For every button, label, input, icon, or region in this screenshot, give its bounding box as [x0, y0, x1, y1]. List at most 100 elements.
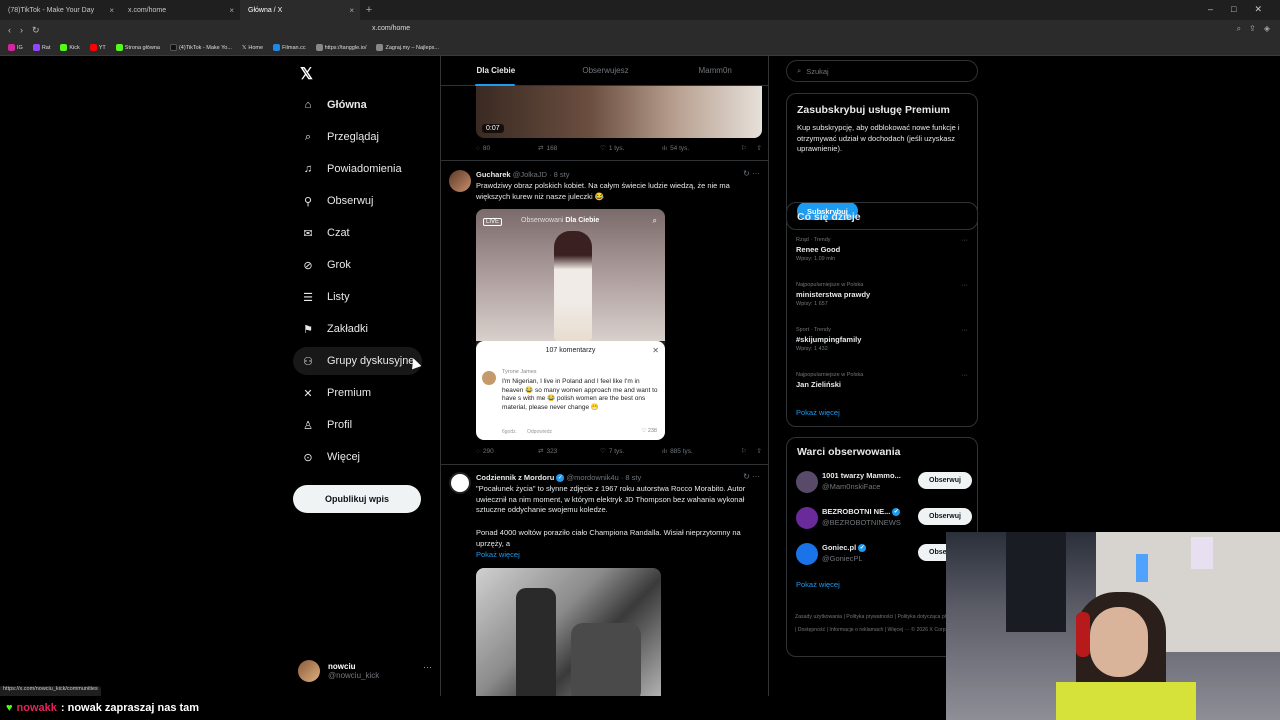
search-box[interactable]: ⌕ Szukaj [786, 60, 978, 82]
bookmark-item[interactable]: Rat [32, 44, 50, 51]
forward-icon[interactable]: › [20, 25, 23, 36]
show-more-link[interactable]: Pokaż więcej [796, 580, 840, 589]
post-media[interactable] [476, 568, 661, 696]
bookmark-item[interactable]: 𝕏 Home [242, 45, 263, 51]
nav-more[interactable]: ⊙ Więcej [293, 443, 368, 471]
like-count: 7 tys. [608, 447, 625, 455]
browser-tab-tiktok[interactable]: (78)TikTok - Make Your Day × [0, 0, 120, 20]
tab-list[interactable]: Mamm0n [660, 56, 768, 86]
follow-suggestion[interactable]: 1001 twarzy Mammo... @Mam0nskiFace Obser… [796, 468, 972, 494]
new-tab-button[interactable]: + [360, 4, 378, 16]
reload-icon[interactable]: ↻ [32, 25, 40, 36]
bookmark-item[interactable]: YT [89, 44, 106, 51]
nav-home[interactable]: ⌂ Główna [293, 91, 375, 119]
follow-suggestion[interactable]: Goniec.pl ✓ @GoniecPL Obserwuj [796, 540, 972, 566]
trend-item[interactable]: Najpopularniejsze w Polska ministerstwa … [796, 282, 968, 307]
close-window-button[interactable]: ✕ [1254, 4, 1262, 15]
reply-button[interactable]: ◌ 290 [476, 448, 538, 455]
close-icon[interactable]: × [229, 6, 234, 15]
more-dots-icon[interactable]: ··· [423, 662, 432, 672]
repost-button[interactable]: ⇄ 323 [538, 447, 600, 456]
trend-meta: Najpopularniejsze w Polska [796, 372, 864, 378]
show-more-link[interactable]: Pokaż więcej [476, 550, 762, 561]
more-dots-icon[interactable]: ··· [961, 372, 968, 379]
maximize-button[interactable]: □ [1231, 4, 1236, 15]
trend-name: #skijumpingfamily [796, 335, 862, 344]
bookmark-item[interactable]: IG [8, 44, 23, 51]
nav-follow[interactable]: ⚲ Obserwuj [293, 187, 381, 215]
nav-chat[interactable]: ✉ Czat [293, 219, 358, 247]
zoom-icon[interactable]: ⌕ [1237, 24, 1241, 34]
avatar[interactable] [449, 170, 471, 192]
nav-notifications[interactable]: ♫ Powiadomienia [293, 155, 410, 183]
share-icon[interactable]: ⇪ [1249, 24, 1256, 34]
views-button[interactable]: ılı 885 tys. [662, 448, 724, 455]
bookmark-item[interactable]: Strona główna [115, 44, 160, 51]
repost-button[interactable]: ⇄ 168 [538, 144, 600, 153]
trend-item[interactable]: Najpopularniejsze w Polska Jan Zieliński… [796, 372, 968, 389]
trend-item[interactable]: Rząd · Trendy Renee Good Wpisy: 1,09 mln… [796, 237, 968, 262]
more-dots-icon[interactable]: ··· [961, 282, 968, 289]
more-icon: ⊙ [303, 451, 313, 464]
tab-following[interactable]: Obserwujesz [551, 56, 661, 86]
chat-username: nowakk [16, 702, 57, 714]
more-dots-icon[interactable]: ↻ ··· [743, 472, 760, 481]
author-name[interactable]: Gucharek [476, 170, 511, 179]
follow-button[interactable]: Obserwuj [918, 508, 972, 525]
bookmark-item[interactable]: Kick [60, 44, 80, 51]
follow-suggestion[interactable]: BEZROBOTNI NE... ✓ @BEZROBOTNINEWS Obser… [796, 504, 972, 530]
browser-tab-active[interactable]: Główna / X × [240, 0, 360, 20]
close-icon[interactable]: × [349, 6, 354, 15]
bookmark-icon[interactable]: ⚐ [741, 447, 747, 455]
post-time[interactable]: 8 sty [625, 473, 641, 482]
reply-icon: ◌ [476, 447, 480, 455]
minimize-button[interactable]: – [1208, 4, 1213, 15]
nav-communities[interactable]: ⚇ Grupy dyskusyjne [293, 347, 423, 375]
search-input[interactable]: Szukaj [806, 67, 829, 76]
show-more-link[interactable]: Pokaż więcej [796, 408, 840, 417]
bookmark-icon[interactable]: ⚐ [741, 144, 747, 152]
trend-count: Wpisy: 1 432 [796, 346, 828, 352]
share-icon[interactable]: ⇧ [757, 447, 762, 455]
nav-premium[interactable]: ✕ Premium [293, 379, 379, 407]
video-player[interactable]: 0:07 [476, 86, 762, 138]
views-button[interactable]: ılı 54 tys. [662, 145, 724, 152]
address-bar-tools: ⌕ ⇪ ◈ [1237, 24, 1270, 34]
publish-button[interactable]: Opublikuj wpis [293, 485, 421, 513]
shield-icon[interactable]: ◈ [1264, 24, 1270, 34]
bookmark-item[interactable]: Zagraj.my – Najleps... [376, 44, 439, 51]
back-icon[interactable]: ‹ [8, 25, 11, 36]
more-dots-icon[interactable]: ··· [961, 327, 968, 334]
account-switcher[interactable]: nowciu @nowciu_kick ··· [298, 656, 438, 686]
author-name[interactable]: Codziennik z Mordoru [476, 473, 554, 482]
like-button[interactable]: ♡ 1 tys. [600, 144, 662, 153]
x-logo-icon[interactable]: 𝕏 [300, 64, 313, 84]
share-icon[interactable]: ⇧ [757, 144, 762, 152]
nav-grok[interactable]: ⊘ Grok [293, 251, 359, 279]
bookmark-item[interactable]: https://tanggle.io/ [315, 44, 366, 51]
post-time[interactable]: 8 sty [554, 170, 570, 179]
trend-item[interactable]: Sport · Trendy #skijumpingfamily Wpisy: … [796, 327, 968, 352]
url-field[interactable]: x.com/home [372, 25, 410, 32]
bookmark-item[interactable]: (4)TikTok - Make Yo... [169, 44, 232, 51]
like-button[interactable]: ♡ 7 tys. [600, 447, 662, 456]
author-handle[interactable]: @mordownik4u [567, 473, 619, 482]
follow-name: BEZROBOTNI NE... ✓ [822, 507, 901, 517]
avatar[interactable] [449, 472, 471, 494]
bookmark-item[interactable]: Filman.cc [273, 44, 306, 51]
more-dots-icon[interactable]: ↻ ··· [743, 169, 760, 178]
nav-profile[interactable]: ♙ Profil [293, 411, 360, 439]
post-text: Prawdziwy obraz polskich kobiet. Na cały… [476, 181, 730, 201]
tab-for-you[interactable]: Dla Ciebie [441, 56, 551, 86]
browser-tab-xhome[interactable]: x.com/home × [120, 0, 240, 20]
close-icon[interactable]: × [109, 6, 114, 15]
tab-label: Główna / X [248, 6, 283, 14]
post-media[interactable]: LIVE Obserwowani Dla Ciebie ⌕ 107 koment… [476, 209, 665, 440]
reply-button[interactable]: ◌ 80 [476, 145, 538, 152]
more-dots-icon[interactable]: ··· [961, 237, 968, 244]
nav-lists[interactable]: ☰ Listy [293, 283, 358, 311]
nav-explore[interactable]: ⌕ Przeglądaj [293, 123, 387, 151]
author-handle[interactable]: @JolkaJD [513, 170, 547, 179]
nav-bookmarks[interactable]: ⚑ Zakładki [293, 315, 376, 343]
follow-button[interactable]: Obserwuj [918, 472, 972, 489]
